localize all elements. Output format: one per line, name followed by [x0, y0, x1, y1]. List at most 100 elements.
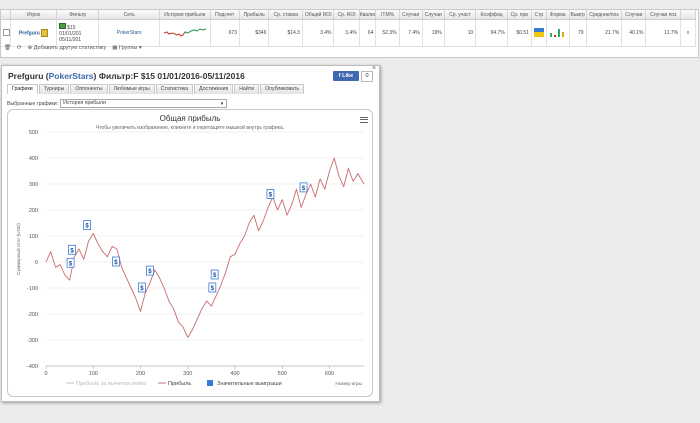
- filter-icon: [59, 23, 67, 29]
- facebook-like-count: 0: [361, 71, 373, 82]
- column-header[interactable]: [1, 10, 11, 20]
- legend-label: Прибыль за вычетом рейка: [76, 380, 147, 387]
- y-tick-label: -200: [27, 312, 38, 318]
- legend-swatch: [207, 380, 213, 386]
- column-header[interactable]: Общий ROI: [302, 10, 335, 20]
- column-header[interactable]: Случаи: [422, 10, 445, 20]
- strength-cell: [531, 19, 547, 47]
- y-tick-label: -400: [27, 364, 38, 370]
- legend-label: Значительные выигрыши: [217, 381, 282, 387]
- chevron-down-icon: ▼: [219, 101, 225, 106]
- table-header-row: Игрок Фильтр Сеть История прибыли Подсче…: [1, 10, 696, 20]
- avg-prize-cell: $0.51: [507, 19, 532, 47]
- filter-cell: $15 01/01/201 05/11/201: [56, 19, 100, 47]
- y-tick-label: 500: [29, 130, 38, 136]
- column-header[interactable]: Подсчет: [210, 10, 240, 20]
- x-tick-label: 300: [183, 371, 192, 377]
- column-header[interactable]: Сеть: [98, 10, 161, 20]
- profit-chart[interactable]: Общая прибыль Чтобы увеличить изображение…: [7, 109, 373, 397]
- column-header[interactable]: Случаи: [399, 10, 423, 20]
- y-tick-label: 300: [29, 182, 38, 188]
- x-tick-label: 600: [325, 371, 334, 377]
- x-tick-label: 0: [44, 371, 47, 377]
- row-checkbox[interactable]: [1, 19, 11, 47]
- panel-site-link[interactable]: PokerStars: [49, 71, 94, 81]
- x-tick-label: 500: [278, 371, 287, 377]
- profit-cell: $346: [239, 19, 270, 47]
- badge-icon: [41, 29, 49, 37]
- cases-cell: 19%: [422, 19, 445, 47]
- graph-select-label: Выбранные графики:: [7, 100, 59, 107]
- graph-select[interactable]: История прибыли ▼: [60, 99, 228, 108]
- tab-find[interactable]: Найти: [234, 84, 260, 94]
- trash-icon[interactable]: 🗑: [4, 45, 11, 51]
- column-header[interactable]: Ср. при: [507, 10, 532, 20]
- column-header[interactable]: Форма: [546, 10, 570, 20]
- cases-cell: 40.1%: [621, 19, 647, 47]
- column-header[interactable]: Выигр: [569, 10, 587, 20]
- count-cell: 673: [210, 19, 240, 47]
- wins-cell: 79: [569, 19, 587, 47]
- y-tick-label: -100: [27, 286, 38, 292]
- panel-title: Prefguru (PokerStars) Фильтр:F $15 01/01…: [8, 71, 245, 81]
- form-cell: [546, 19, 570, 47]
- column-header[interactable]: Ср. ставка: [268, 10, 303, 20]
- stats-table: Игрок Фильтр Сеть История прибыли Подсче…: [1, 10, 696, 47]
- table-footer: 🗑 ⟳ ⊕ Добавить другую статистику ▦ Групп…: [4, 45, 142, 51]
- column-header[interactable]: ITM%: [375, 10, 400, 20]
- add-stat-link[interactable]: ⊕ Добавить другую статистику: [28, 45, 107, 51]
- column-header[interactable]: [680, 10, 696, 20]
- column-header[interactable]: Случаи поз: [645, 10, 682, 20]
- player-graph-panel: Prefguru (PokerStars) Фильтр:F $15 01/01…: [1, 65, 380, 402]
- column-header[interactable]: Ср. ROI: [333, 10, 360, 20]
- tab-opponents[interactable]: Оппоненты: [70, 84, 108, 94]
- profit-series-line: [45, 157, 365, 338]
- legend-label: Прибыль: [168, 381, 191, 387]
- x-axis-label: Номер игры: [335, 381, 362, 387]
- tab-favorite-games[interactable]: Любимые игры: [108, 84, 155, 94]
- profit-history-sparkline: [159, 19, 211, 47]
- y-tick-label: 100: [29, 234, 38, 240]
- tab-tournaments[interactable]: Турниры: [38, 84, 70, 94]
- y-tick-label: 400: [29, 156, 38, 162]
- row-action-link[interactable]: x: [687, 30, 690, 36]
- column-header[interactable]: Коэффиц: [475, 10, 508, 20]
- strength-flag-icon: [533, 27, 544, 37]
- tab-achievements[interactable]: Достижения: [194, 84, 234, 94]
- cases-cell: 7.4%: [399, 19, 423, 47]
- close-icon[interactable]: ×: [372, 65, 376, 72]
- y-tick-label: 200: [29, 208, 38, 214]
- column-header[interactable]: Ср. участ: [444, 10, 477, 20]
- column-header[interactable]: Средние/поз: [586, 10, 623, 20]
- y-tick-label: 0: [35, 260, 38, 266]
- x-tick-label: 100: [89, 371, 98, 377]
- x-tick-label: 200: [136, 371, 145, 377]
- y-tick-label: -300: [27, 338, 38, 344]
- tab-graphs[interactable]: Графики: [7, 84, 38, 94]
- chart-subtitle: Чтобы увеличить изображение, кликните и …: [96, 124, 284, 131]
- form-bars-icon: [549, 29, 564, 37]
- column-header[interactable]: Случаи: [621, 10, 647, 20]
- tab-statistics[interactable]: Статистика: [155, 84, 194, 94]
- column-header[interactable]: История прибыли: [159, 10, 211, 20]
- groups-dropdown[interactable]: ▦ Группы ▾: [112, 45, 141, 51]
- stats-table-container: Игрок Фильтр Сеть История прибыли Подсче…: [0, 9, 699, 58]
- column-header[interactable]: Прибыль: [239, 10, 270, 20]
- total-roi-cell: 3.4%: [302, 19, 335, 47]
- panel-tabs: Графики Турниры Оппоненты Любимые игры С…: [7, 84, 305, 94]
- coef-cell: 94.7%: [475, 19, 508, 47]
- facebook-like-button[interactable]: f Like: [333, 71, 359, 81]
- tab-publish[interactable]: Опубликовать: [260, 84, 305, 94]
- cases-pos-cell: 11.7%: [645, 19, 682, 47]
- chart-title: Общая прибыль: [160, 114, 221, 123]
- refresh-icon[interactable]: ⟳: [17, 45, 22, 51]
- column-header[interactable]: Фильтр: [56, 10, 100, 20]
- player-link[interactable]: Prefguru: [19, 30, 40, 36]
- column-header[interactable]: Стр: [531, 10, 547, 20]
- avg-stake-cell: $14.3: [268, 19, 303, 47]
- avg-roi-cell: 3.4%: [333, 19, 360, 47]
- column-header[interactable]: Квалиф: [359, 10, 377, 20]
- column-header[interactable]: Игрок: [10, 10, 58, 20]
- panel-player-name: Prefguru: [8, 71, 44, 81]
- network-link[interactable]: PokerStars: [117, 30, 142, 36]
